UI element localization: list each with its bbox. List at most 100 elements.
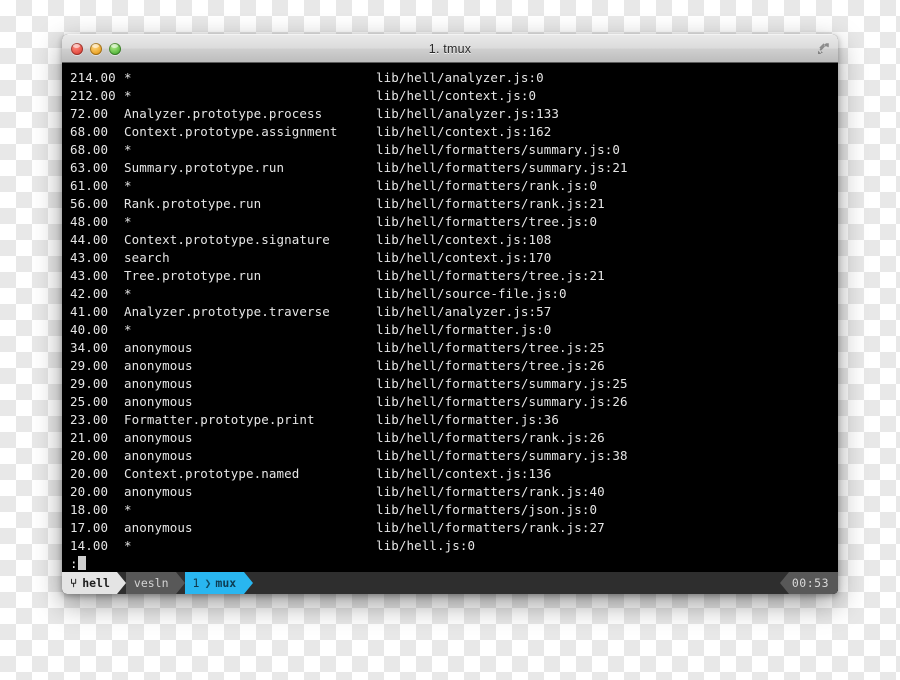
prompt-symbol: : (70, 556, 78, 571)
tmux-status-bar[interactable]: ⑂ hell vesln 1 ❯ mux 00:53 (62, 572, 838, 594)
profiler-row-function: Summary.prototype.run (124, 160, 285, 175)
profiler-row-value: 63.00 (70, 160, 109, 175)
status-session-segment[interactable]: ⑂ hell (62, 572, 117, 594)
profiler-row-location: lib/hell/context.js:136 (376, 466, 552, 481)
profiler-row-location: lib/hell/formatters/rank.js:40 (376, 484, 605, 499)
profiler-row-function: Formatter.prototype.print (124, 412, 315, 427)
profiler-row-value: 48.00 (70, 214, 109, 229)
profiler-row-location: lib/hell/formatters/tree.js:0 (376, 214, 598, 229)
profiler-row-function: * (124, 88, 132, 103)
minimize-button[interactable] (90, 42, 102, 55)
profiler-row-value: 43.00 (70, 268, 109, 283)
status-separator-user-icon (175, 572, 185, 594)
terminal-window[interactable]: 1. tmux 214.00 * lib/hell/analyzer.js:0 212… (62, 34, 838, 594)
status-window-name: mux (215, 576, 237, 590)
profiler-row: 63.00 Summary.prototype.run lib/hell/forma… (62, 159, 838, 177)
profiler-row: 17.00 anonymous lib/hell/formatters/rank.j… (62, 519, 838, 537)
profiler-row-location: lib/hell.js:0 (376, 538, 476, 553)
profiler-row-location: lib/hell/formatters/summary.js:26 (376, 394, 628, 409)
profiler-row: 43.00 search lib/hell/context.js:170 (62, 249, 838, 267)
status-clock: 00:53 (788, 572, 838, 594)
profiler-row-function: Analyzer.prototype.traverse (124, 304, 330, 319)
profiler-row-value: 43.00 (70, 250, 109, 265)
profiler-row: 68.00 * lib/hell/formatters/summary.js:0 (62, 141, 838, 159)
profiler-row-location: lib/hell/context.js:0 (376, 88, 537, 103)
profiler-row-value: 20.00 (70, 484, 109, 499)
profiler-row-location: lib/hell/formatters/summary.js:0 (376, 142, 621, 157)
profiler-row-value: 25.00 (70, 394, 109, 409)
profiler-row-function: * (124, 214, 132, 229)
profiler-row-value: 29.00 (70, 376, 109, 391)
profiler-row-function: * (124, 502, 132, 517)
profiler-row-function: * (124, 70, 132, 85)
profiler-row-value: 68.00 (70, 124, 109, 139)
profiler-row-location: lib/hell/formatters/tree.js:26 (376, 358, 605, 373)
profiler-row: 42.00 * lib/hell/source-file.js:0 (62, 285, 838, 303)
profiler-row: 20.00 anonymous lib/hell/formatters/rank.j… (62, 483, 838, 501)
profiler-row-function: anonymous (124, 376, 193, 391)
profiler-row: 14.00 * lib/hell.js:0 (62, 537, 838, 555)
profiler-row-location: lib/hell/context.js:162 (376, 124, 552, 139)
profiler-row-location: lib/hell/context.js:108 (376, 232, 552, 247)
profiler-row-value: 29.00 (70, 358, 109, 373)
profiler-row-function: * (124, 286, 132, 301)
profiler-row-function: * (124, 538, 132, 553)
profiler-row: 29.00 anonymous lib/hell/formatters/summar… (62, 375, 838, 393)
profiler-row: 212.00 * lib/hell/context.js:0 (62, 87, 838, 105)
profiler-row-function: anonymous (124, 394, 193, 409)
profiler-row-value: 23.00 (70, 412, 109, 427)
profiler-row: 214.00 * lib/hell/analyzer.js:0 (62, 69, 838, 87)
status-bar-spacer (253, 572, 780, 594)
profiler-row: 20.00 anonymous lib/hell/formatters/summar… (62, 447, 838, 465)
profiler-row: 20.00 Context.prototype.named lib/hell/con… (62, 465, 838, 483)
profiler-row: 43.00 Tree.prototype.run lib/hell/formatte… (62, 267, 838, 285)
profiler-row-location: lib/hell/formatters/rank.js:21 (376, 196, 605, 211)
profiler-row: 40.00 * lib/hell/formatter.js:0 (62, 321, 838, 339)
profiler-row: 34.00 anonymous lib/hell/formatters/tree.j… (62, 339, 838, 357)
chevron-right-icon: ❯ (204, 576, 212, 590)
profiler-row: 18.00 * lib/hell/formatters/json.js:0 (62, 501, 838, 519)
close-button[interactable] (71, 42, 83, 55)
profiler-row: 44.00 Context.prototype.signature lib/hell… (62, 231, 838, 249)
profiler-row-function: anonymous (124, 484, 193, 499)
profiler-row-value: 14.00 (70, 538, 109, 553)
status-separator-clock-icon (779, 572, 789, 594)
terminal-body[interactable]: 214.00 * lib/hell/analyzer.js:0 212.00 * lib/… (62, 63, 838, 594)
status-separator-window-icon (244, 572, 254, 594)
profiler-row-value: 212.00 (70, 88, 116, 103)
status-user-segment[interactable]: vesln (125, 572, 176, 594)
profiler-row-location: lib/hell/analyzer.js:57 (376, 304, 552, 319)
profiler-row-value: 61.00 (70, 178, 109, 193)
profiler-row-location: lib/hell/analyzer.js:133 (376, 106, 560, 121)
profiler-row-value: 68.00 (70, 142, 109, 157)
profiler-row: 68.00 Context.prototype.assignment lib/hel… (62, 123, 838, 141)
profiler-row-function: anonymous (124, 358, 193, 373)
profiler-row-function: Tree.prototype.run (124, 268, 262, 283)
profiler-row-location: lib/hell/analyzer.js:0 (376, 70, 544, 85)
profiler-row-value: 20.00 (70, 466, 109, 481)
status-session-label: hell (82, 576, 110, 590)
profiler-row-value: 42.00 (70, 286, 109, 301)
profiler-row-function: Rank.prototype.run (124, 196, 262, 211)
profiler-row-value: 214.00 (70, 70, 116, 85)
profiler-row: 41.00 Analyzer.prototype.traverse lib/hell… (62, 303, 838, 321)
profiler-row-function: anonymous (124, 430, 193, 445)
fullscreen-icon[interactable] (815, 41, 831, 57)
profiler-row-location: lib/hell/formatters/rank.js:26 (376, 430, 605, 445)
profiler-row: 21.00 anonymous lib/hell/formatters/rank.j… (62, 429, 838, 447)
zoom-button[interactable] (109, 42, 121, 55)
terminal-prompt-line[interactable]: : (62, 555, 838, 573)
profiler-row-value: 18.00 (70, 502, 109, 517)
profiler-row: 48.00 * lib/hell/formatters/tree.js:0 (62, 213, 838, 231)
profiler-row-location: lib/hell/formatters/summary.js:38 (376, 448, 628, 463)
window-controls[interactable] (62, 42, 121, 55)
profiler-row-function: * (124, 178, 132, 193)
profiler-row-location: lib/hell/formatters/tree.js:25 (376, 340, 605, 355)
profiler-row-value: 17.00 (70, 520, 109, 535)
status-window-segment[interactable]: 1 ❯ mux (184, 572, 245, 594)
window-titlebar[interactable]: 1. tmux (62, 34, 838, 63)
profiler-row-value: 72.00 (70, 106, 109, 121)
profiler-row: 61.00 * lib/hell/formatters/rank.js:0 (62, 177, 838, 195)
profiler-row-value: 41.00 (70, 304, 109, 319)
profiler-row-location: lib/hell/formatters/summary.js:21 (376, 160, 628, 175)
